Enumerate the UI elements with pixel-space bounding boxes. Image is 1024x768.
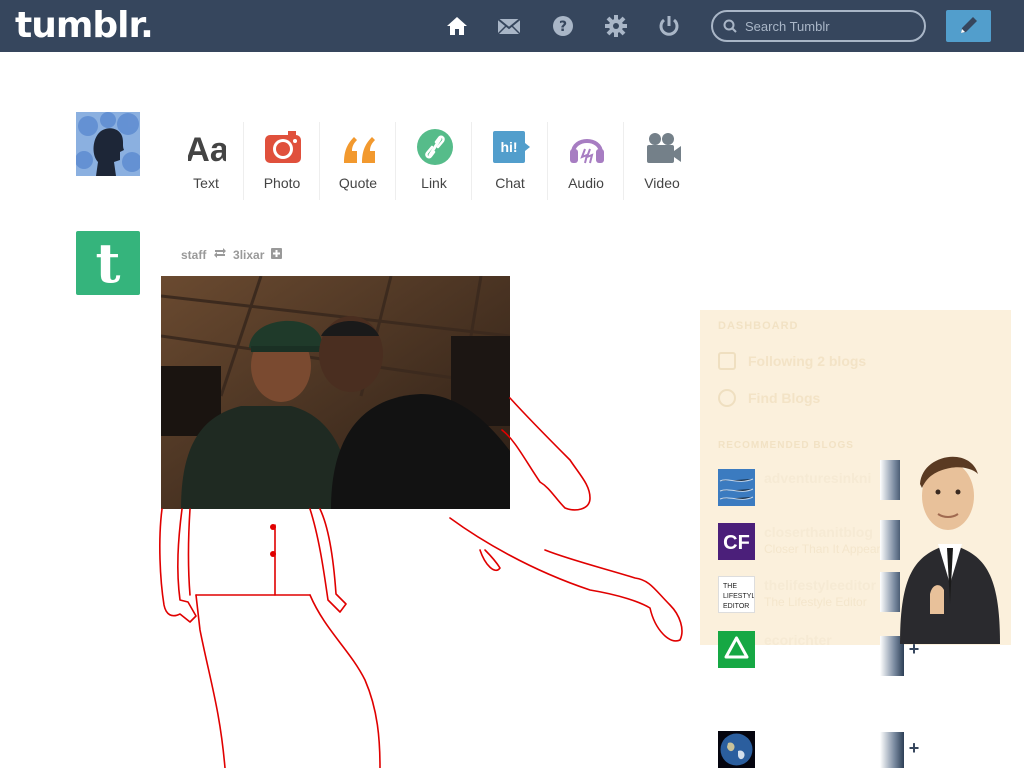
search-input[interactable] — [745, 17, 915, 35]
overlay-strip — [880, 732, 904, 768]
top-navigation-bar: tumblr. ? — [0, 0, 1024, 52]
red-sketch-drawing — [159, 397, 683, 768]
photo-post-button[interactable]: Photo — [244, 122, 320, 200]
link-post-button[interactable]: Link — [396, 122, 472, 200]
camera-icon — [264, 127, 302, 167]
recommended-blog-avatar[interactable]: CF — [718, 523, 755, 560]
link-icon — [416, 127, 454, 167]
recommended-blog-desc: Closer Than It Appears — [764, 542, 887, 556]
mail-icon[interactable] — [497, 14, 521, 38]
svg-text:Aa: Aa — [188, 131, 226, 167]
headphones-icon — [568, 127, 606, 167]
search-box[interactable] — [711, 10, 926, 42]
video-post-button[interactable]: Video — [624, 122, 700, 200]
quote-post-button[interactable]: Quote — [320, 122, 396, 200]
sidebar-section-title: DASHBOARD — [718, 320, 799, 332]
recommended-blog-avatar[interactable] — [718, 631, 755, 668]
photo-post-label: Photo — [263, 175, 301, 191]
text-post-label: Text — [193, 175, 219, 191]
recommended-blog-desc: The Lifestyle Editor — [764, 595, 867, 609]
search-icon — [723, 19, 737, 38]
audio-post-button[interactable]: Audio — [548, 122, 624, 200]
text-icon: Aa — [185, 127, 230, 169]
pencil-icon — [961, 17, 977, 33]
link-post-label: Link — [421, 175, 447, 191]
user-avatar[interactable] — [76, 112, 140, 176]
sidebar-link-find-blogs[interactable]: Find Blogs — [748, 390, 820, 406]
svg-text:THE: THE — [723, 583, 737, 590]
power-icon[interactable] — [657, 14, 681, 38]
gear-icon[interactable] — [604, 14, 628, 38]
chat-icon: hi! — [492, 127, 530, 167]
recommended-blog-name[interactable]: ecorichter — [764, 632, 832, 648]
recommended-blog-name[interactable]: adventuresinkni — [764, 470, 871, 486]
staff-avatar[interactable]: t — [76, 231, 140, 295]
reblog-icon — [213, 247, 227, 262]
follow-plus-icon[interactable]: + — [906, 739, 922, 757]
plus-icon[interactable] — [270, 247, 282, 262]
tumblr-logo[interactable]: tumblr. — [15, 5, 154, 46]
sidebar-link-following[interactable]: Following 2 blogs — [748, 353, 866, 369]
recommended-blog-avatar[interactable]: THE LIFESTYLE EDITOR — [718, 576, 755, 613]
recommended-blog-name[interactable]: thelifestyleeditor — [764, 577, 876, 593]
rec-avatar-text: CF — [723, 532, 750, 554]
audio-post-label: Audio — [568, 175, 604, 191]
staff-avatar-letter: t — [95, 231, 121, 295]
svg-text:EDITOR: EDITOR — [723, 603, 749, 610]
chat-post-button[interactable]: hi! Chat — [472, 122, 548, 200]
post-type-selector: Aa Text Photo Quote Link hi! Chat Audio … — [168, 122, 700, 202]
video-camera-icon — [644, 127, 682, 167]
quote-icon — [340, 127, 378, 167]
post-header: staff 3lixar — [181, 247, 282, 262]
recommended-blog-avatar[interactable] — [718, 731, 755, 768]
recommended-blog-name[interactable]: closerthanitblog — [764, 524, 873, 540]
compose-button[interactable] — [946, 10, 991, 42]
find-blogs-icon — [718, 389, 736, 407]
post-author-link[interactable]: staff — [181, 248, 206, 262]
following-icon — [718, 352, 736, 370]
quote-post-label: Quote — [338, 175, 378, 191]
help-icon[interactable]: ? — [551, 14, 575, 38]
video-post-label: Video — [644, 175, 680, 191]
reblogged-from-link[interactable]: 3lixar — [233, 248, 264, 262]
text-post-button[interactable]: Aa Text — [168, 122, 244, 200]
recommended-blogs-title: RECOMMENDED BLOGS — [718, 440, 854, 451]
home-icon[interactable] — [445, 14, 469, 38]
recommended-blog-avatar[interactable] — [718, 469, 755, 506]
svg-text:?: ? — [559, 19, 567, 35]
chat-post-label: Chat — [495, 175, 525, 191]
svg-text:LIFESTYLE: LIFESTYLE — [723, 593, 755, 600]
man-in-suit-image — [900, 444, 1000, 644]
svg-text:hi!: hi! — [500, 139, 517, 155]
